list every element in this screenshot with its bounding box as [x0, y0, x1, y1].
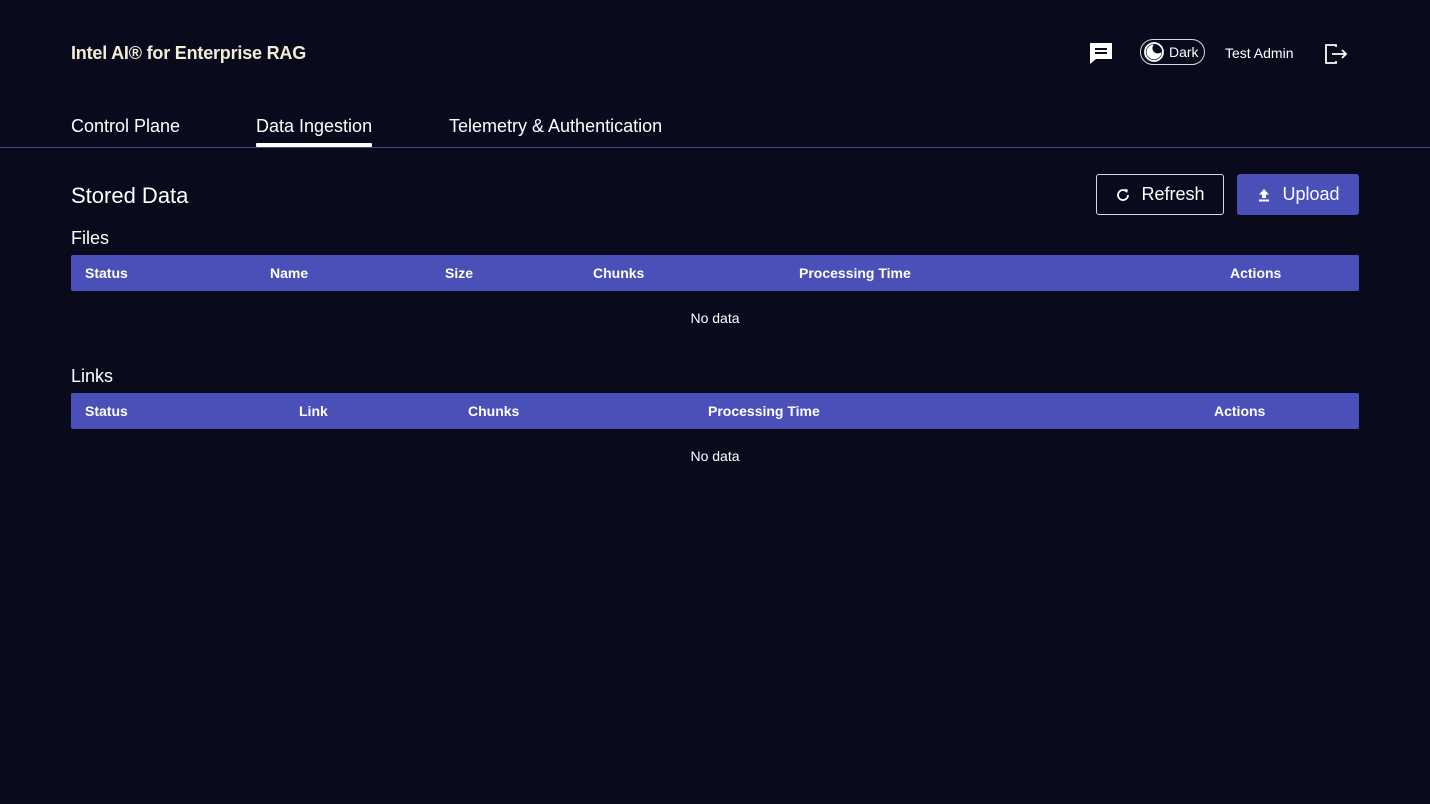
links-col-actions: Actions: [1214, 403, 1266, 419]
chat-button[interactable]: [1088, 41, 1114, 65]
tab-data-ingestion[interactable]: Data Ingestion: [256, 114, 373, 147]
tabs-divider: [0, 147, 1430, 148]
files-col-size[interactable]: Size: [445, 255, 473, 291]
upload-button[interactable]: Upload: [1237, 174, 1359, 215]
theme-toggle[interactable]: Dark: [1140, 39, 1205, 65]
links-col-chunks[interactable]: Chunks: [468, 393, 519, 429]
links-col-link[interactable]: Link: [299, 393, 328, 429]
refresh-button[interactable]: Refresh: [1096, 174, 1224, 215]
theme-toggle-label: Dark: [1169, 44, 1199, 60]
logout-button[interactable]: [1323, 42, 1349, 66]
files-col-status[interactable]: Status: [85, 255, 128, 291]
files-empty-text: No data: [690, 310, 740, 326]
tab-telemetry-authentication[interactable]: Telemetry & Authentication: [449, 114, 662, 138]
upload-button-label: Upload: [1282, 184, 1340, 204]
app-title: Intel AI® for Enterprise RAG: [71, 43, 307, 63]
page: Intel AI® for Enterprise RAG Dark Test A…: [0, 0, 1430, 804]
upload-icon: [1259, 188, 1270, 201]
files-heading: Files: [71, 228, 110, 248]
logout-icon: [1325, 44, 1348, 64]
files-col-processing-time[interactable]: Processing Time: [799, 255, 911, 291]
links-col-processing-time[interactable]: Processing Time: [708, 393, 820, 429]
tab-control-plane[interactable]: Control Plane: [71, 114, 180, 138]
moon-icon: [1144, 42, 1164, 62]
links-col-status[interactable]: Status: [85, 393, 128, 429]
user-name: Test Admin: [1225, 45, 1294, 61]
links-heading: Links: [71, 366, 114, 386]
links-empty-text: No data: [690, 448, 740, 464]
files-col-name[interactable]: Name: [270, 255, 308, 291]
refresh-icon: [1117, 188, 1130, 201]
refresh-button-label: Refresh: [1141, 184, 1205, 204]
chat-icon: [1090, 43, 1112, 64]
links-table-header: Status Link Chunks Processing Time Actio…: [71, 393, 1359, 429]
page-title: Stored Data: [71, 183, 189, 208]
files-table-header: Status Name Size Chunks Processing Time …: [71, 255, 1359, 291]
files-col-actions: Actions: [1230, 265, 1282, 281]
files-col-chunks[interactable]: Chunks: [593, 255, 644, 291]
